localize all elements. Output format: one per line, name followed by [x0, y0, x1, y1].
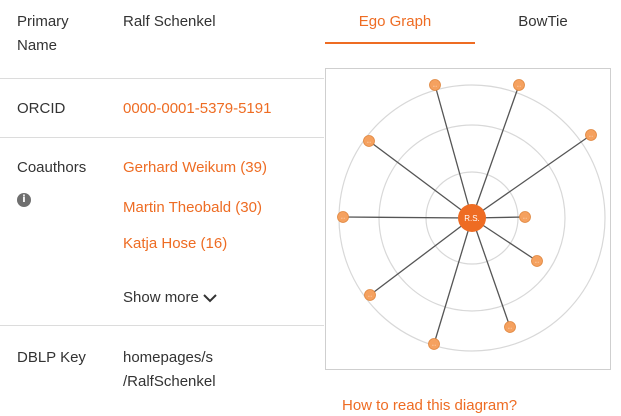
- coauthor-node-label: ...: [433, 83, 437, 89]
- coauthor-link[interactable]: Martin Theobald (30): [123, 196, 262, 220]
- coauthor-node-label: ...: [432, 342, 436, 348]
- ego-graph-panel: .............................. R.S.: [325, 68, 611, 370]
- graph-edge: [471, 84, 520, 219]
- chevron-down-icon: [203, 294, 217, 303]
- orcid-link[interactable]: 0000-0001-5379-5191: [123, 97, 271, 121]
- active-tab-underline: [325, 42, 475, 44]
- coauthor-node-label: ...: [367, 139, 371, 145]
- primary-name-row: Primary Name Ralf Schenkel: [0, 0, 324, 79]
- coauthors-label: Coauthors: [17, 159, 87, 176]
- coauthor-node-label: ...: [341, 215, 345, 221]
- primary-name-label: Primary Name: [17, 10, 69, 58]
- primary-name-label-line2: Name: [17, 37, 58, 54]
- dblp-key-line1: homepages/s: [123, 349, 214, 366]
- tab-ego-graph[interactable]: Ego Graph: [325, 10, 465, 34]
- primary-name-value: Ralf Schenkel: [123, 13, 216, 30]
- graph-tabs: Ego Graph BowTie: [325, 0, 621, 44]
- show-more-button[interactable]: Show more: [123, 286, 217, 310]
- ego-graph[interactable]: .............................. R.S.: [326, 69, 610, 369]
- orcid-label: ORCID: [17, 100, 66, 117]
- primary-name-label-line1: Primary: [17, 13, 69, 30]
- tab-bowtie[interactable]: BowTie: [473, 10, 613, 34]
- coauthor-link[interactable]: Gerhard Weikum (39): [123, 156, 267, 180]
- coauthor-node-label: ...: [517, 83, 521, 89]
- profile-panel: Primary Name Ralf Schenkel ORCID 0000-00…: [0, 0, 324, 414]
- coauthor-node-label: ...: [589, 133, 593, 139]
- how-to-read-link[interactable]: How to read this diagram?: [342, 396, 517, 416]
- graph-edge: [471, 134, 592, 219]
- ego-center-label: R.S.: [464, 214, 480, 223]
- dblp-key-label: DBLP Key: [17, 349, 86, 366]
- graph-edge: [368, 140, 473, 219]
- dblp-key-row: DBLP Key homepages/s /RalfSchenkel: [0, 326, 324, 414]
- graph-edge: [433, 217, 473, 345]
- coauthor-node-label: ...: [368, 293, 372, 299]
- orcid-row: ORCID 0000-0001-5379-5191: [0, 79, 324, 138]
- graph-edge: [434, 84, 473, 219]
- dblp-key-line2: /RalfSchenkel: [123, 373, 216, 390]
- coauthor-node-label: ...: [535, 259, 539, 265]
- coauthor-link[interactable]: Katja Hose (16): [123, 232, 227, 256]
- graph-edge: [369, 217, 473, 296]
- info-icon[interactable]: i: [17, 193, 31, 207]
- dblp-key-value: homepages/s /RalfSchenkel: [123, 346, 216, 394]
- show-more-label: Show more: [123, 289, 199, 306]
- graph-edge: [342, 216, 473, 219]
- coauthor-node-label: ...: [523, 215, 527, 221]
- coauthor-node-label: ...: [508, 325, 512, 331]
